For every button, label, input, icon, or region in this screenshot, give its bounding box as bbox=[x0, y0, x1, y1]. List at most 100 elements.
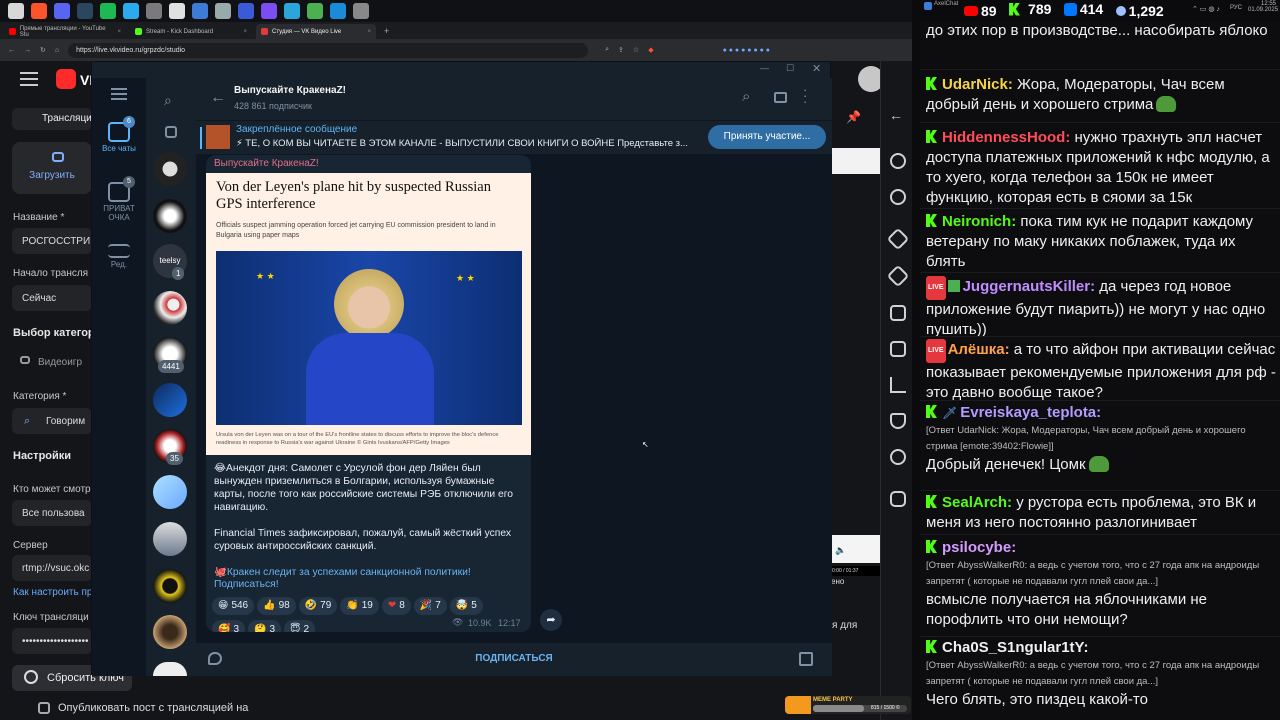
howto-link[interactable]: Как настроить пр bbox=[13, 587, 92, 598]
back-icon[interactable]: ← bbox=[210, 89, 226, 107]
close-icon[interactable]: ✕ bbox=[812, 62, 821, 75]
privacy-select[interactable]: Все пользова bbox=[12, 500, 92, 526]
post-sender[interactable]: Выпускайте КракенаZ! bbox=[214, 158, 319, 169]
chat-avatar-10[interactable] bbox=[153, 569, 187, 603]
reaction-heart[interactable]: ❤ 8 bbox=[381, 596, 411, 615]
start-select[interactable]: Сейчас bbox=[12, 285, 92, 311]
server-field[interactable]: rtmp://vsuc.okc bbox=[12, 555, 92, 581]
chat-avatar-8[interactable] bbox=[153, 475, 187, 509]
chat-avatar-11[interactable] bbox=[153, 615, 187, 649]
steam-icon[interactable] bbox=[77, 3, 93, 19]
pin-icon[interactable]: 📌 bbox=[846, 110, 861, 124]
tab-youtube-studio[interactable]: Прямые трансляции - YouTube Stu × bbox=[4, 24, 126, 39]
chat-avatar-4[interactable] bbox=[153, 291, 187, 325]
app8-icon[interactable] bbox=[307, 3, 323, 19]
app2-icon[interactable] bbox=[169, 3, 185, 19]
video-icon[interactable] bbox=[890, 491, 906, 507]
brave-icon[interactable] bbox=[31, 3, 47, 19]
sidebar-toggle-icon[interactable] bbox=[774, 92, 787, 103]
app9-icon[interactable] bbox=[330, 3, 346, 19]
chat-avatar-9[interactable] bbox=[153, 522, 187, 556]
tab-broadcasts[interactable]: Трансляци bbox=[12, 108, 92, 130]
post-link-tracking[interactable]: 🐙Кракен следит за успехами санкционной п… bbox=[214, 566, 514, 579]
reaction-mind-blown[interactable]: 🤯 5 bbox=[449, 596, 483, 615]
discord-icon[interactable] bbox=[54, 3, 70, 19]
reaction-thumbs-up[interactable]: 👍 98 bbox=[257, 596, 296, 615]
zoom-icon[interactable]: ⌕ bbox=[605, 46, 609, 54]
spotify-icon[interactable] bbox=[100, 3, 116, 19]
view-count: 10.9K bbox=[468, 618, 492, 628]
channel-title[interactable]: Выпускайте КракенаZ! bbox=[234, 85, 346, 96]
tab-kick-dashboard[interactable]: Stream - Kick Dashboard × bbox=[130, 24, 252, 39]
bar-chart-icon[interactable] bbox=[890, 377, 906, 393]
title-input[interactable]: РОСГОССТРИ bbox=[12, 228, 92, 254]
gear-icon[interactable] bbox=[890, 189, 906, 205]
app7-icon[interactable] bbox=[284, 3, 300, 19]
chat-avatar-12[interactable] bbox=[153, 662, 187, 676]
extension-icons[interactable]: ● ● ● ● ● ● ● ● bbox=[723, 47, 770, 54]
dice-icon[interactable] bbox=[890, 305, 906, 321]
subscribe-button[interactable]: ПОДПИСАТЬСЯ bbox=[196, 653, 832, 664]
menu-icon[interactable] bbox=[20, 72, 38, 86]
reaction-grin[interactable]: 😁 546 bbox=[212, 596, 255, 615]
app3-icon[interactable] bbox=[192, 3, 208, 19]
home-icon[interactable]: ⌂ bbox=[55, 47, 59, 54]
folder-private[interactable]: 5 ПРИВАТ ОЧКА bbox=[92, 176, 146, 222]
menu-icon[interactable] bbox=[111, 88, 127, 100]
reaction-halo[interactable]: 😇 2 bbox=[284, 620, 316, 632]
maximize-icon[interactable]: ☐ bbox=[786, 63, 794, 74]
reaction-rofl[interactable]: 🤣 79 bbox=[298, 596, 338, 615]
folder-all-chats[interactable]: 6 Все чаты bbox=[92, 116, 146, 153]
tray-icons[interactable]: ⌃ ▭ ◍ ♪ bbox=[1192, 5, 1220, 13]
search-icon[interactable]: ⌕ bbox=[164, 92, 172, 109]
tab-vk-studio[interactable]: Студия — VK Видео Live × bbox=[256, 24, 376, 39]
back-arrow-icon[interactable]: ← bbox=[889, 107, 903, 123]
shield-icon[interactable]: ◆ bbox=[648, 46, 653, 54]
reaction-thinking[interactable]: 🤔 3 bbox=[248, 620, 282, 632]
reaction-clap[interactable]: 👏 19 bbox=[340, 596, 379, 615]
close-icon[interactable]: × bbox=[243, 29, 247, 35]
share-icon[interactable]: ⇪ bbox=[618, 46, 624, 54]
folder-edit[interactable]: Ред. bbox=[92, 240, 146, 269]
stream-key-field[interactable]: ••••••••••••••••••• bbox=[12, 628, 92, 654]
chat-avatar-1[interactable] bbox=[153, 152, 187, 186]
share-icon[interactable]: ➦ bbox=[540, 609, 562, 631]
app4-icon[interactable] bbox=[215, 3, 231, 19]
search-icon[interactable]: ⌕ bbox=[742, 88, 750, 105]
close-icon[interactable]: × bbox=[117, 29, 121, 35]
publish-checkbox[interactable] bbox=[38, 702, 50, 714]
app5-icon[interactable] bbox=[238, 3, 254, 19]
pinned-message-bar[interactable]: Закреплённое сообщение ⚡ ТЕ, О КОМ ВЫ ЧИ… bbox=[196, 121, 832, 155]
gift-icon[interactable] bbox=[799, 652, 813, 666]
close-icon[interactable]: × bbox=[367, 29, 371, 35]
join-button[interactable]: Принять участие... bbox=[708, 125, 826, 149]
bookmark-icon[interactable]: ☆ bbox=[633, 46, 639, 54]
url-input[interactable]: https://live.vkvideo.ru/grpzdc/studio bbox=[68, 42, 589, 58]
start-icon[interactable] bbox=[8, 3, 24, 19]
app6-icon[interactable] bbox=[261, 3, 277, 19]
trophy-icon[interactable] bbox=[890, 413, 906, 429]
more-icon[interactable]: · · · bbox=[803, 83, 807, 108]
stack-icon[interactable] bbox=[890, 341, 906, 357]
volume-icon[interactable]: 🔈 bbox=[835, 545, 846, 556]
back-icon[interactable]: ← bbox=[8, 47, 15, 54]
chat-avatar-6[interactable] bbox=[153, 383, 187, 417]
gem-icon[interactable] bbox=[886, 264, 910, 288]
new-tab-button[interactable]: + bbox=[384, 26, 389, 36]
post-link-subscribe[interactable]: Подписаться! bbox=[214, 579, 279, 590]
user-icon[interactable] bbox=[890, 153, 906, 169]
minimize-icon[interactable]: — bbox=[760, 63, 769, 73]
upload-button[interactable]: Загрузить bbox=[12, 142, 92, 194]
telegram-icon[interactable] bbox=[123, 3, 139, 19]
chat-avatar-2[interactable] bbox=[153, 199, 187, 233]
reaction-love[interactable]: 🥰 3 bbox=[212, 620, 246, 632]
app-icon[interactable] bbox=[146, 3, 162, 19]
archive-icon[interactable] bbox=[165, 126, 177, 138]
diamond-icon[interactable] bbox=[886, 227, 910, 251]
app10-icon[interactable] bbox=[353, 3, 369, 19]
forward-icon[interactable]: → bbox=[24, 47, 31, 54]
reaction-party[interactable]: 🎉 7 bbox=[413, 596, 447, 615]
reload-icon[interactable]: ↻ bbox=[40, 46, 46, 54]
chat-off-icon[interactable] bbox=[890, 449, 906, 465]
article-screenshot[interactable]: Von der Leyen's plane hit by suspected R… bbox=[206, 173, 531, 455]
